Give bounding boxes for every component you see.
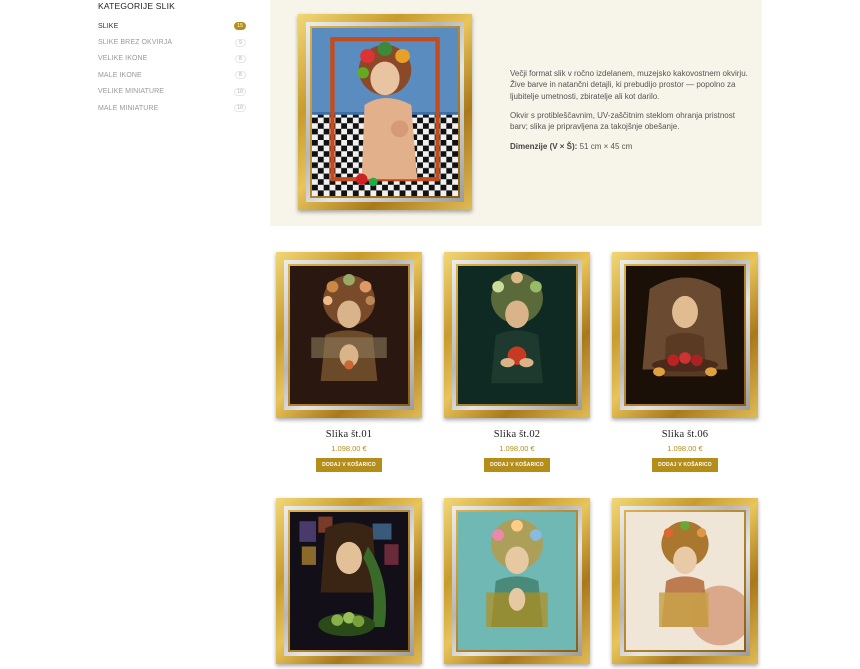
hero-painting-image bbox=[312, 28, 458, 196]
product-price: 1.098,00 € bbox=[499, 444, 535, 453]
category-label: SLIKE BREZ OKVIRJA bbox=[98, 39, 173, 47]
category-label: VELIKE MINIATURE bbox=[98, 88, 165, 96]
category-sidebar: KATEGORIJE SLIK SLIKE 15 SLIKE BREZ OKVI… bbox=[98, 0, 246, 116]
category-count-badge: 8 bbox=[235, 71, 246, 80]
add-to-cart-button[interactable]: DODAJ V KOŠARICO bbox=[316, 458, 382, 472]
product-painting-image bbox=[458, 266, 576, 404]
category-count-badge: 9 bbox=[235, 38, 246, 47]
hero-paragraph-2: Okvir s protibleščavnim, UV-zaščitnim st… bbox=[510, 111, 735, 132]
product-title[interactable]: Slika št.06 bbox=[612, 429, 758, 440]
category-item-velike-miniature[interactable]: VELIKE MINIATURE 10 bbox=[98, 84, 246, 100]
product-title[interactable]: Slika št.01 bbox=[276, 429, 422, 440]
product-painting-image bbox=[626, 512, 744, 650]
product-card: Slika št.02 1.098,00 € DODAJ V KOŠARICO bbox=[444, 252, 590, 472]
add-to-cart-button[interactable]: DODAJ V KOŠARICO bbox=[652, 458, 718, 472]
add-to-cart-button[interactable]: DODAJ V KOŠARICO bbox=[484, 458, 550, 472]
category-item-slike[interactable]: SLIKE 15 bbox=[98, 18, 246, 34]
product-framed-painting[interactable] bbox=[276, 252, 422, 418]
hero-dimensions: Dimenzije (V × Š): 51 cm × 45 cm bbox=[510, 141, 750, 152]
product-price: 1.098,00 € bbox=[331, 444, 367, 453]
product-card bbox=[444, 498, 590, 669]
category-count-badge: 15 bbox=[234, 22, 246, 31]
category-label: SLIKE bbox=[98, 22, 119, 30]
category-item-velike-ikone[interactable]: VELIKE IKONE 8 bbox=[98, 51, 246, 67]
category-label: VELIKE IKONE bbox=[98, 55, 148, 63]
sidebar-title: KATEGORIJE SLIK bbox=[98, 1, 176, 11]
category-count-badge: 10 bbox=[234, 87, 246, 96]
hero-description: Večji format slik v ročno izdelanem, muz… bbox=[510, 68, 750, 160]
product-painting-image bbox=[626, 266, 744, 404]
product-framed-painting[interactable] bbox=[444, 498, 590, 664]
product-card bbox=[276, 498, 422, 669]
product-card: Slika št.06 1.098,00 € DODAJ V KOŠARICO bbox=[612, 252, 758, 472]
product-framed-painting[interactable] bbox=[276, 498, 422, 664]
category-item-slike-brez-okvirja[interactable]: SLIKE BREZ OKVIRJA 9 bbox=[98, 34, 246, 50]
dimensions-label: Dimenzije (V × Š): bbox=[510, 141, 578, 151]
category-count-badge: 8 bbox=[235, 54, 246, 63]
hero-framed-painting bbox=[298, 14, 472, 210]
category-label: MALE IKONE bbox=[98, 71, 142, 79]
category-item-male-ikone[interactable]: MALE IKONE 8 bbox=[98, 67, 246, 83]
product-card bbox=[612, 498, 758, 669]
product-price: 1.098,00 € bbox=[667, 444, 703, 453]
product-card: Slika št.01 1.098,00 € DODAJ V KOŠARICO bbox=[276, 252, 422, 472]
product-painting-image bbox=[290, 266, 408, 404]
category-label: MALE MINIATURE bbox=[98, 104, 159, 112]
category-item-male-miniature[interactable]: MALE MINIATURE 10 bbox=[98, 100, 246, 116]
category-count-badge: 10 bbox=[234, 104, 246, 113]
product-framed-painting[interactable] bbox=[444, 252, 590, 418]
hero-paragraph-1: Večji format slik v ročno izdelanem, muz… bbox=[510, 69, 748, 101]
product-framed-painting[interactable] bbox=[612, 252, 758, 418]
product-painting-image bbox=[458, 512, 576, 650]
hero-section: Večji format slik v ročno izdelanem, muz… bbox=[270, 0, 762, 226]
product-title[interactable]: Slika št.02 bbox=[444, 429, 590, 440]
product-framed-painting[interactable] bbox=[612, 498, 758, 664]
product-painting-image bbox=[290, 512, 408, 650]
dimensions-value: 51 cm × 45 cm bbox=[579, 141, 633, 151]
